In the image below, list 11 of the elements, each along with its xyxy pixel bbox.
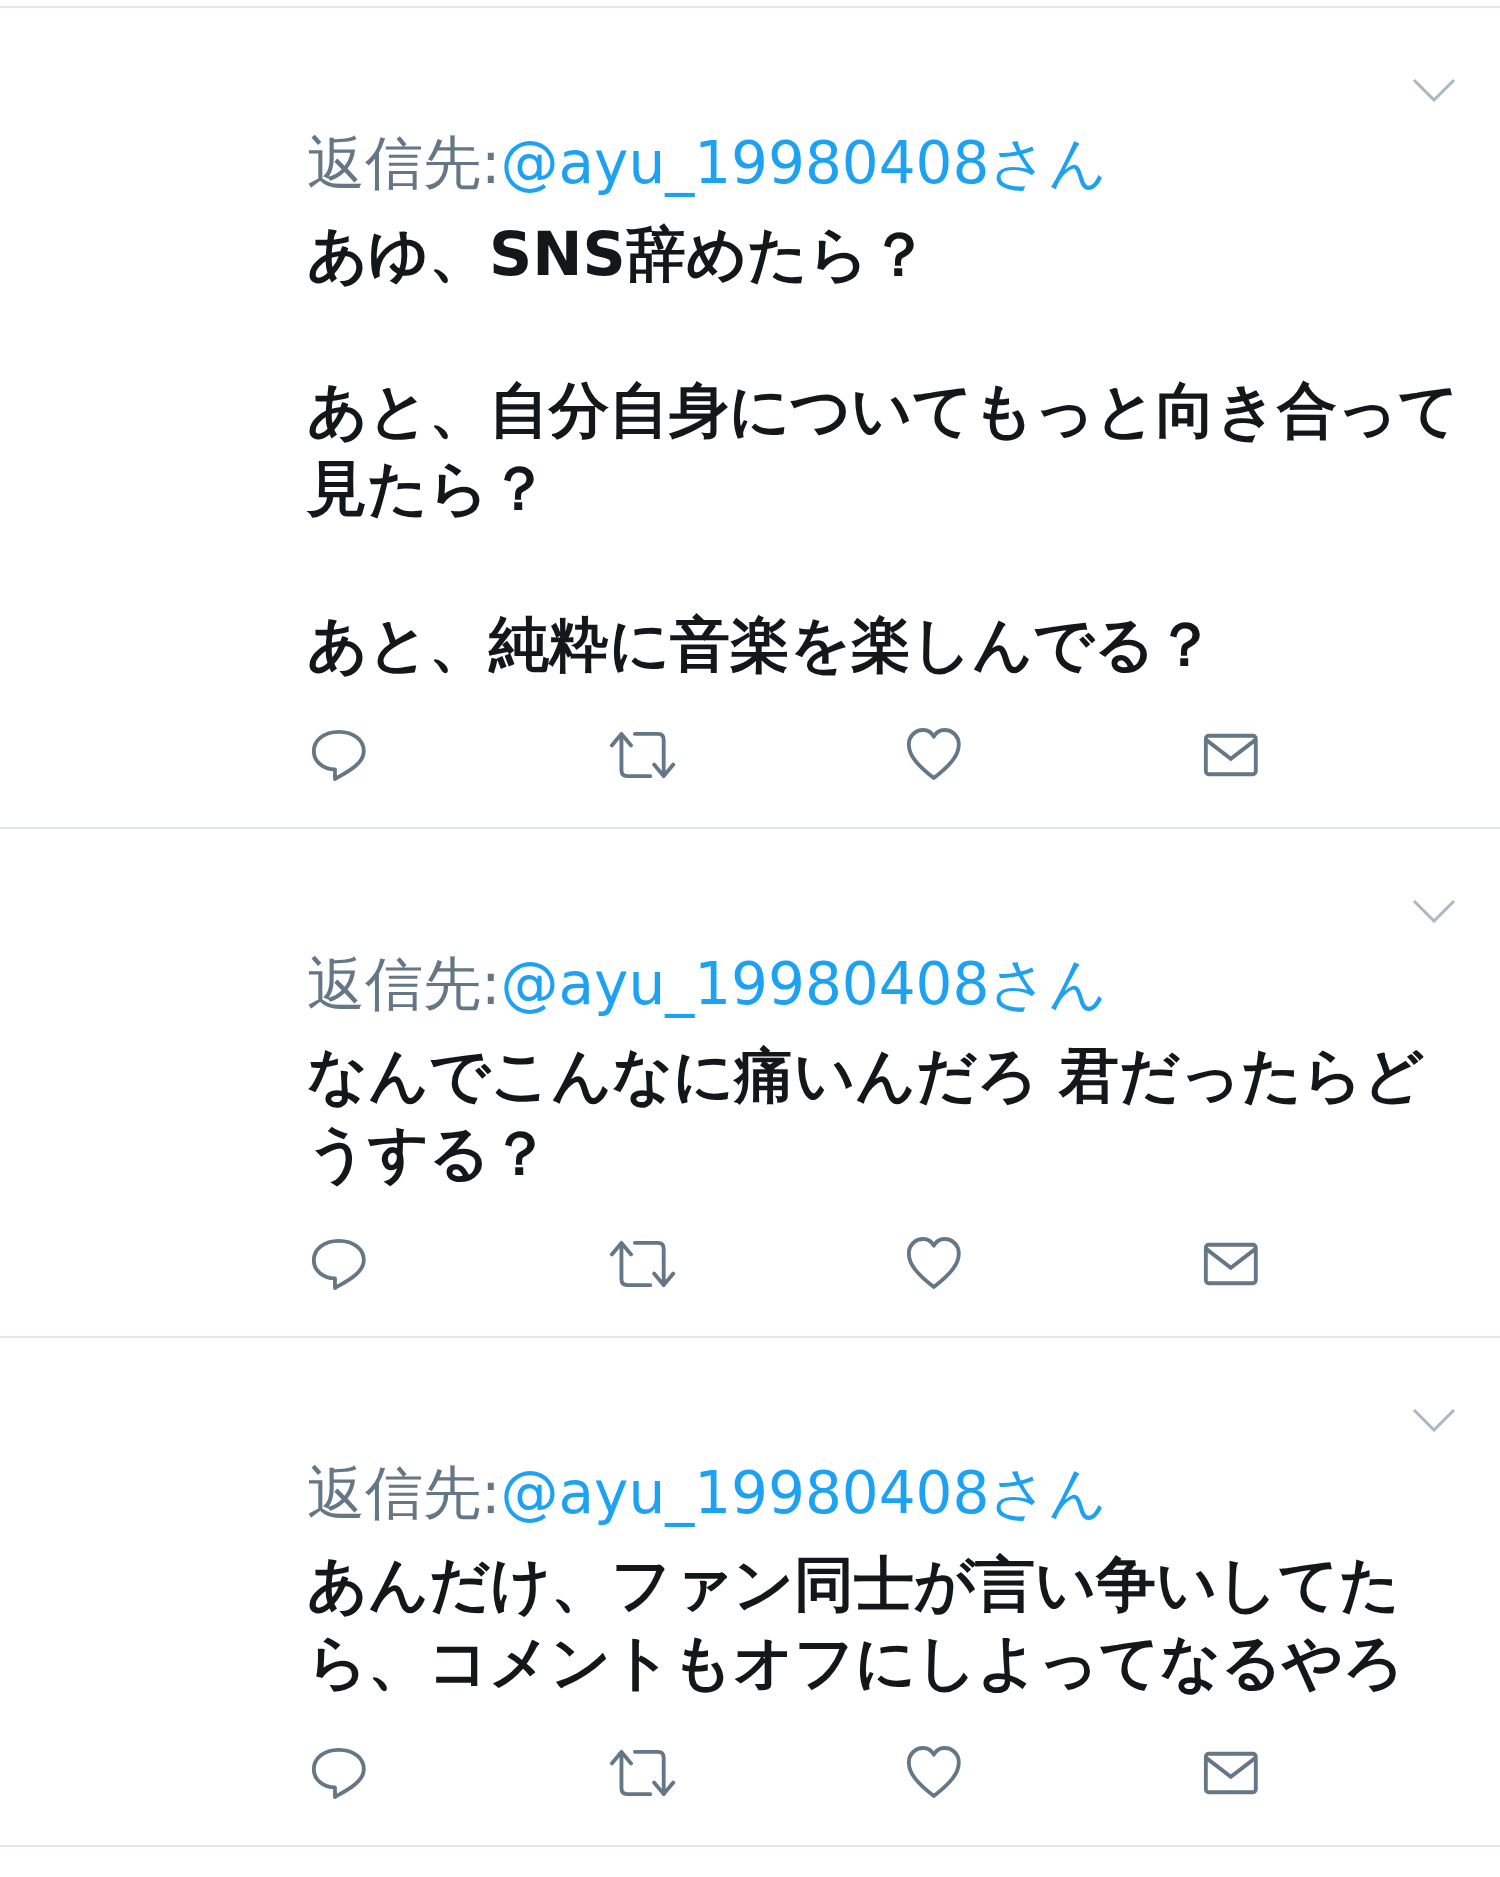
tweet-text: あんだけ、ファン同士が言い争いしてたら、コメントもオフにしよってなるやろ [307, 1548, 1405, 1699]
reply-handle-link[interactable]: @ayu_19980408さん [500, 1459, 1108, 1527]
reply-label: 返信先: [307, 1459, 501, 1527]
reply-handle-link[interactable]: @ayu_19980408さん [500, 950, 1108, 1018]
reply-label: 返信先: [307, 129, 501, 197]
tweet-text: なんでこんなに痛いんだろ 君だったらどうする？ [307, 1039, 1425, 1190]
reply-handle-link[interactable]: @ayu_19980408さん [500, 129, 1108, 197]
reply-label: 返信先: [307, 950, 501, 1018]
tweet-text: あと、自分自身についてもっと向き合って見たら？ [307, 374, 1460, 525]
tweet-text: あと、純粋に音楽を楽しんでる？ [307, 608, 1216, 681]
tweet-text: あゆ、SNS辞めたら？ [307, 218, 930, 291]
